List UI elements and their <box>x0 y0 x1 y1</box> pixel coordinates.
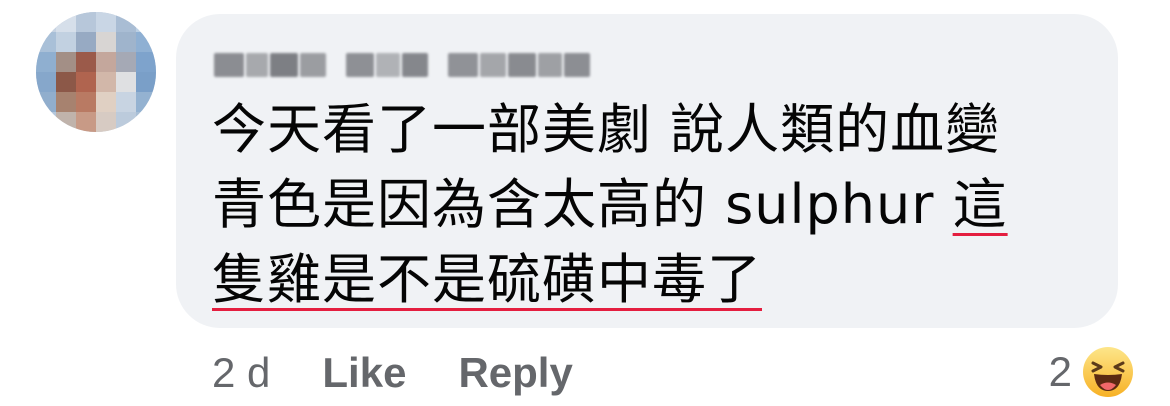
avatar-pixel <box>76 52 96 72</box>
avatar-pixel <box>56 92 76 112</box>
like-button[interactable]: Like <box>322 349 406 397</box>
avatar-pixel <box>36 72 56 92</box>
avatar-pixel <box>76 72 96 92</box>
avatar-pixel <box>96 52 116 72</box>
avatar-pixel <box>76 92 96 112</box>
avatar-pixel <box>96 72 116 92</box>
avatar-pixel <box>136 32 156 52</box>
avatar-pixel <box>56 112 76 132</box>
avatar-pixel <box>96 32 116 52</box>
avatar-pixel <box>76 12 96 32</box>
haha-emoji-icon <box>1083 347 1133 397</box>
avatar-pixel <box>56 52 76 72</box>
avatar-pixel <box>36 52 56 72</box>
avatar-pixel <box>36 92 56 112</box>
avatar-pixel <box>136 72 156 92</box>
avatar-pixel <box>116 12 136 32</box>
avatar-pixel <box>96 92 116 112</box>
spellcheck-underline: 隻雞是不是硫磺中毒了 <box>212 248 762 311</box>
avatar-pixel <box>56 12 76 32</box>
author-name-redacted[interactable] <box>214 48 592 82</box>
comment-line-2: 青色是因為含太高的 sulphur 這 <box>212 173 1008 236</box>
avatar-pixel <box>116 112 136 132</box>
comment-text: 今天看了一部美劇 說人類的血變 青色是因為含太高的 sulphur 這 隻雞是不… <box>212 92 1092 317</box>
avatar-pixel <box>96 12 116 32</box>
avatar-pixel <box>116 32 136 52</box>
avatar-pixel <box>116 72 136 92</box>
avatar-pixel <box>36 32 56 52</box>
avatar-pixel <box>56 72 76 92</box>
avatar-pixel <box>56 32 76 52</box>
comment-line-1: 今天看了一部美劇 說人類的血變 <box>212 98 1001 161</box>
avatar-pixel <box>76 32 96 52</box>
avatar-pixel <box>96 112 116 132</box>
avatar-pixel <box>36 112 56 132</box>
timestamp[interactable]: 2 d <box>212 349 270 397</box>
avatar[interactable] <box>36 12 156 132</box>
reaction-summary[interactable]: 2 <box>1049 342 1134 402</box>
reply-button[interactable]: Reply <box>458 349 572 397</box>
avatar-pixel <box>136 52 156 72</box>
avatar-pixel <box>136 12 156 32</box>
reaction-count: 2 <box>1048 348 1072 395</box>
comment-actions: 2 d Like Reply <box>212 345 625 401</box>
avatar-pixel <box>116 52 136 72</box>
avatar-pixel <box>136 92 156 112</box>
avatar-pixel <box>136 112 156 132</box>
spellcheck-underline: 這 <box>952 173 1008 236</box>
comment-line-3: 隻雞是不是硫磺中毒了 <box>212 242 1092 317</box>
avatar-pixel <box>116 92 136 112</box>
avatar-pixel <box>76 112 96 132</box>
avatar-pixel <box>36 12 56 32</box>
